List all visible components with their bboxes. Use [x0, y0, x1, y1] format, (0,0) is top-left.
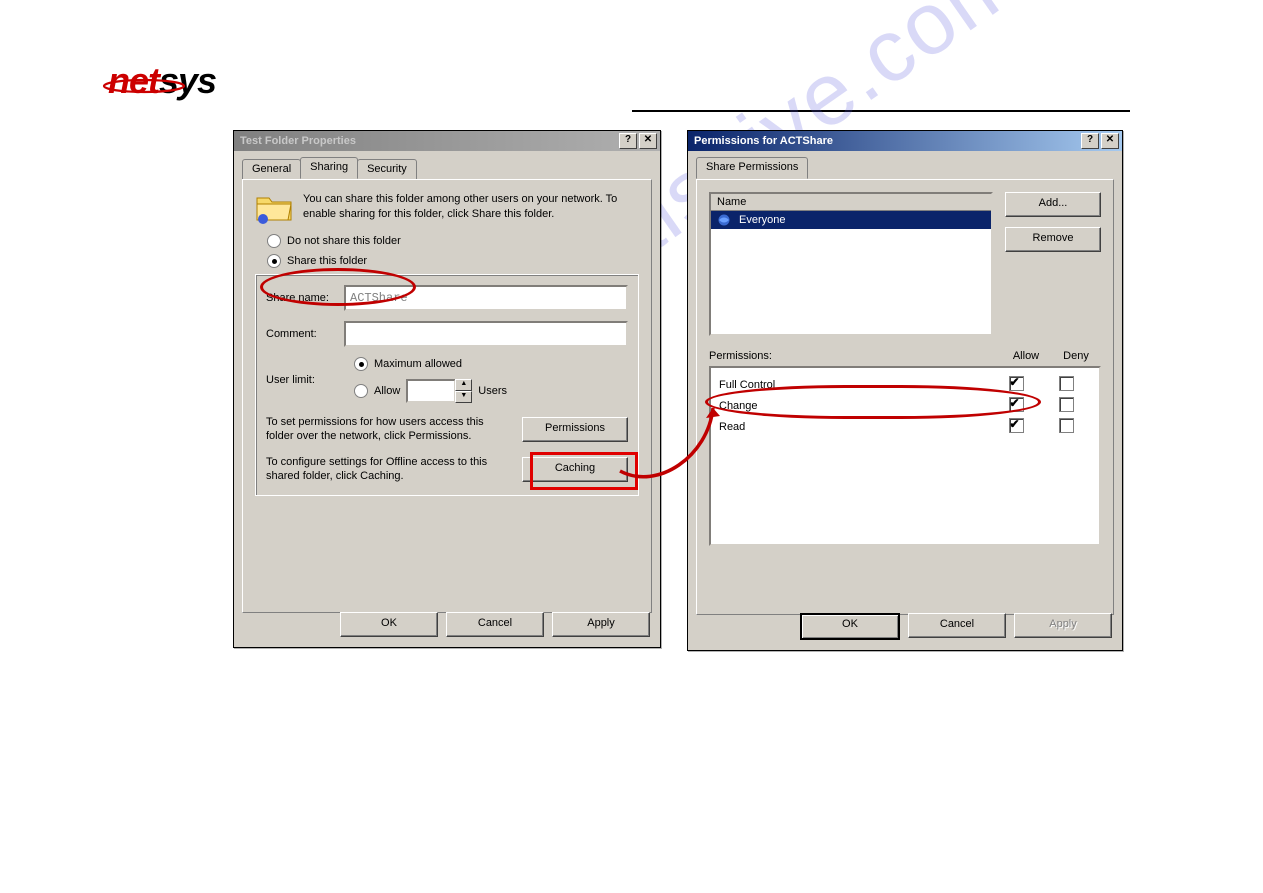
- radio-allow-users[interactable]: Allow ▲ ▼ Users: [354, 379, 628, 403]
- permissions-list: Full Control Change Read: [709, 366, 1101, 546]
- principal-everyone[interactable]: Everyone: [711, 211, 991, 229]
- radio-label: Maximum allowed: [374, 358, 462, 370]
- apply-button[interactable]: Apply: [552, 612, 650, 637]
- radio-icon: [267, 254, 281, 268]
- apply-button[interactable]: Apply: [1014, 613, 1112, 638]
- titlebar[interactable]: Permissions for ACTShare ? ✕: [688, 131, 1122, 151]
- principals-list[interactable]: Name Everyone: [709, 192, 993, 336]
- comment-input[interactable]: [344, 321, 628, 347]
- radio-icon: [354, 384, 368, 398]
- tabstrip: General Sharing Security: [234, 151, 660, 179]
- allow-read-checkbox[interactable]: [1009, 418, 1024, 433]
- tab-share-permissions[interactable]: Share Permissions: [696, 157, 808, 179]
- folder-properties-dialog: Test Folder Properties ? ✕ General Shari…: [233, 130, 661, 648]
- perm-row-full-control: Full Control: [719, 374, 1091, 395]
- deny-column-header: Deny: [1051, 350, 1101, 362]
- permissions-dialog: Permissions for ACTShare ? ✕ Share Permi…: [687, 130, 1123, 651]
- tab-general[interactable]: General: [242, 159, 301, 181]
- perm-name: Full Control: [719, 379, 991, 391]
- logo-net: net: [108, 60, 159, 101]
- close-button[interactable]: ✕: [1101, 133, 1119, 149]
- perm-name: Change: [719, 400, 991, 412]
- tab-security[interactable]: Security: [357, 159, 417, 181]
- caching-button[interactable]: Caching: [522, 457, 628, 482]
- deny-full-checkbox[interactable]: [1059, 376, 1074, 391]
- sharing-panel: You can share this folder among other us…: [242, 179, 652, 613]
- tab-sharing[interactable]: Sharing: [300, 157, 358, 179]
- share-name-input[interactable]: [344, 285, 628, 311]
- permissions-text: To set permissions for how users access …: [266, 415, 514, 443]
- header-divider: [632, 110, 1130, 112]
- radio-label: Allow: [374, 385, 400, 397]
- principal-label: Everyone: [739, 214, 785, 226]
- radio-icon: [267, 234, 281, 248]
- radio-label: Share this folder: [287, 255, 367, 267]
- ok-button[interactable]: OK: [340, 612, 438, 637]
- name-column-header[interactable]: Name: [711, 194, 991, 211]
- radio-label: Do not share this folder: [287, 235, 401, 247]
- spin-up-icon[interactable]: ▲: [455, 379, 472, 391]
- user-limit-label: User limit:: [266, 374, 344, 386]
- netsys-logo: netsys: [108, 60, 216, 102]
- close-button[interactable]: ✕: [639, 133, 657, 149]
- deny-read-checkbox[interactable]: [1059, 418, 1074, 433]
- spin-down-icon[interactable]: ▼: [455, 391, 472, 403]
- radio-icon: [354, 357, 368, 371]
- titlebar-text: Test Folder Properties: [237, 135, 619, 147]
- perm-row-change: Change: [719, 395, 1091, 416]
- help-button[interactable]: ?: [1081, 133, 1099, 149]
- remove-button[interactable]: Remove: [1005, 227, 1101, 252]
- permissions-label: Permissions:: [709, 350, 1001, 362]
- permissions-button[interactable]: Permissions: [522, 417, 628, 442]
- share-settings-group: Share name: Comment: User limit: Maximum…: [255, 274, 639, 496]
- users-suffix: Users: [478, 385, 507, 397]
- titlebar[interactable]: Test Folder Properties ? ✕: [234, 131, 660, 151]
- share-name-label: Share name:: [266, 292, 344, 304]
- logo-sys: sys: [159, 60, 216, 101]
- allow-full-checkbox[interactable]: [1009, 376, 1024, 391]
- ok-button[interactable]: OK: [800, 613, 900, 640]
- radio-max-allowed[interactable]: Maximum allowed: [354, 357, 628, 371]
- cancel-button[interactable]: Cancel: [908, 613, 1006, 638]
- allow-column-header: Allow: [1001, 350, 1051, 362]
- tabstrip: Share Permissions: [688, 151, 1122, 179]
- user-count-spinner[interactable]: ▲ ▼: [406, 379, 472, 403]
- allow-change-checkbox[interactable]: [1009, 397, 1024, 412]
- dialog-buttons: OK Cancel Apply: [800, 613, 1112, 640]
- add-button[interactable]: Add...: [1005, 192, 1101, 217]
- perm-row-read: Read: [719, 416, 1091, 437]
- help-button[interactable]: ?: [619, 133, 637, 149]
- comment-label: Comment:: [266, 328, 344, 340]
- radio-share-this-folder[interactable]: Share this folder: [267, 254, 639, 268]
- radio-do-not-share[interactable]: Do not share this folder: [267, 234, 639, 248]
- dialog-buttons: OK Cancel Apply: [340, 612, 650, 637]
- cancel-button[interactable]: Cancel: [446, 612, 544, 637]
- share-permissions-panel: Name Everyone Add... Remove Permissions:…: [696, 179, 1114, 615]
- intro-text: You can share this folder among other us…: [303, 192, 639, 224]
- deny-change-checkbox[interactable]: [1059, 397, 1074, 412]
- caching-text: To configure settings for Offline access…: [266, 455, 514, 483]
- globe-icon: [717, 213, 733, 227]
- shared-folder-icon: [255, 192, 293, 224]
- titlebar-text: Permissions for ACTShare: [691, 135, 1081, 147]
- perm-name: Read: [719, 421, 991, 433]
